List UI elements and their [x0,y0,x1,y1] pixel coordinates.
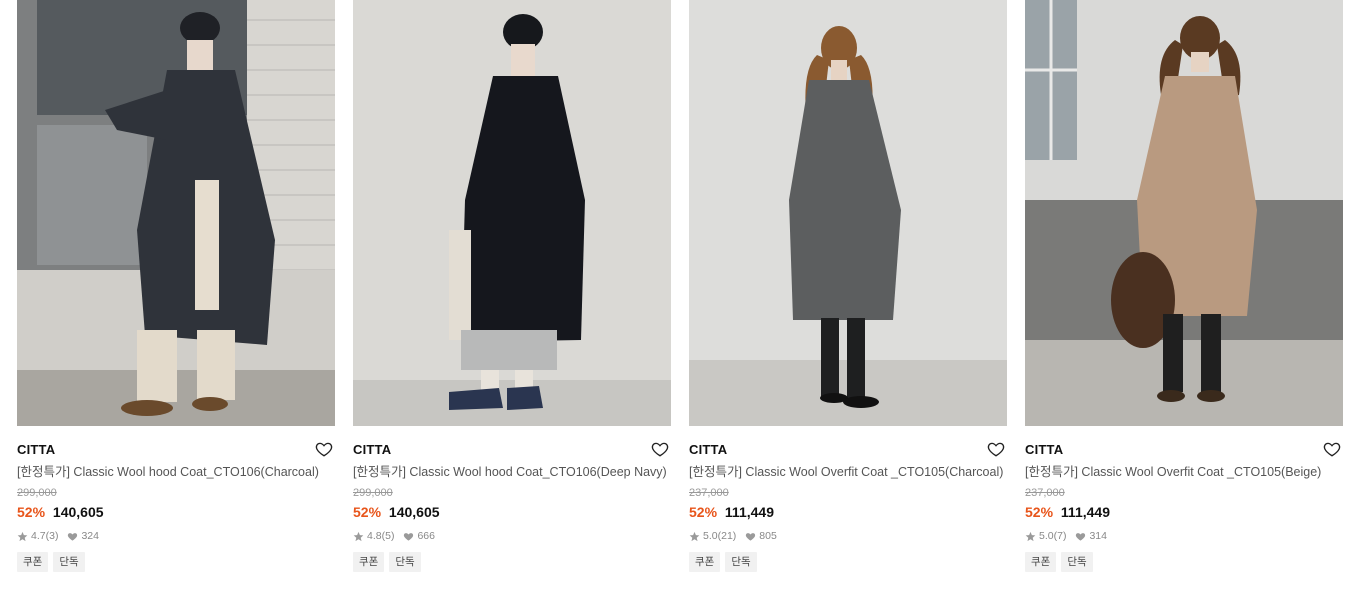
original-price: 237,000 [1025,487,1065,499]
like-count: 324 [81,530,99,542]
review-count: (3) [45,530,59,542]
sale-price: 140,605 [388,504,440,520]
brand-name[interactable]: CITTA [353,442,391,457]
coupon-badge: 쿠폰 [689,552,721,572]
exclusive-badge: 단독 [53,552,85,572]
product-title[interactable]: [한정특가] Classic Wool Overfit Coat _CTO105… [689,463,1007,481]
product-image[interactable] [353,0,671,426]
review-count: (7) [1053,530,1067,542]
product-card[interactable]: CITTA [한정특가] Classic Wool Overfit Coat _… [1025,0,1343,572]
original-price: 299,000 [17,487,57,499]
sale-price: 140,605 [52,504,104,520]
wishlist-heart-icon[interactable] [1323,440,1341,458]
coupon-badge: 쿠폰 [1025,552,1057,572]
rating-value: 5.0 [1039,530,1054,542]
coupon-badge: 쿠폰 [17,552,49,572]
review-count: (5) [381,530,395,542]
brand-name[interactable]: CITTA [1025,442,1063,457]
exclusive-badge: 단독 [1061,552,1093,572]
product-meta: 5.0 (7) 314 [1025,529,1343,543]
product-meta: 4.8 (5) 666 [353,529,671,543]
heart-filled-icon [1075,531,1086,542]
wishlist-heart-icon[interactable] [651,440,669,458]
discount-rate: 52% [17,504,46,520]
star-icon [353,531,364,542]
rating-value: 4.8 [367,530,382,542]
heart-filled-icon [745,531,756,542]
review-count: (21) [717,530,737,542]
like-count: 666 [417,530,435,542]
product-title[interactable]: [한정특가] Classic Wool hood Coat_CTO106(Dee… [353,463,671,481]
product-title[interactable]: [한정특가] Classic Wool hood Coat_CTO106(Cha… [17,463,335,481]
like-count: 314 [1089,530,1107,542]
product-title[interactable]: [한정특가] Classic Wool Overfit Coat _CTO105… [1025,463,1343,481]
product-card[interactable]: CITTA [한정특가] Classic Wool hood Coat_CTO1… [353,0,671,572]
badge-list: 쿠폰 단독 [689,552,1007,572]
sale-price: 111,449 [1060,504,1110,520]
product-image[interactable] [17,0,335,426]
like-count: 805 [759,530,777,542]
product-meta: 5.0 (21) 805 [689,529,1007,543]
star-icon [689,531,700,542]
product-card[interactable]: CITTA [한정특가] Classic Wool Overfit Coat _… [689,0,1007,572]
price-row: 52% 111,449 [689,503,1007,521]
rating-value: 4.7 [31,530,46,542]
brand-name[interactable]: CITTA [689,442,727,457]
badge-list: 쿠폰 단독 [17,552,335,572]
star-icon [1025,531,1036,542]
wishlist-heart-icon[interactable] [987,440,1005,458]
badge-list: 쿠폰 단독 [353,552,671,572]
product-image[interactable] [689,0,1007,426]
discount-rate: 52% [353,504,382,520]
price-row: 52% 140,605 [353,503,671,521]
price-row: 52% 140,605 [17,503,335,521]
coupon-badge: 쿠폰 [353,552,385,572]
brand-name[interactable]: CITTA [17,442,55,457]
original-price: 237,000 [689,487,729,499]
heart-filled-icon [67,531,78,542]
exclusive-badge: 단독 [389,552,421,572]
wishlist-heart-icon[interactable] [315,440,333,458]
discount-rate: 52% [689,504,718,520]
exclusive-badge: 단독 [725,552,757,572]
discount-rate: 52% [1025,504,1054,520]
original-price: 299,000 [353,487,393,499]
sale-price: 111,449 [724,504,774,520]
product-image[interactable] [1025,0,1343,426]
price-row: 52% 111,449 [1025,503,1343,521]
product-card[interactable]: CITTA [한정특가] Classic Wool hood Coat_CTO1… [17,0,335,572]
rating-value: 5.0 [703,530,718,542]
product-meta: 4.7 (3) 324 [17,529,335,543]
product-grid: CITTA [한정특가] Classic Wool hood Coat_CTO1… [0,0,1353,607]
heart-filled-icon [403,531,414,542]
star-icon [17,531,28,542]
badge-list: 쿠폰 단독 [1025,552,1343,572]
